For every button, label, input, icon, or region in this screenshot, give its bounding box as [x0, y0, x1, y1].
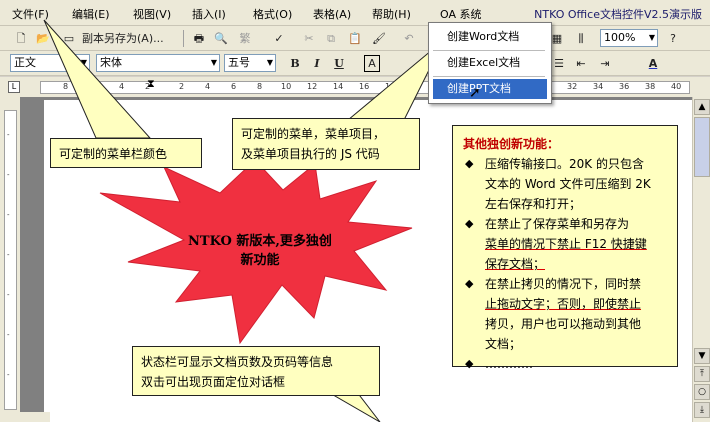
callout-menu-color-text: 可定制的菜单栏颜色	[59, 147, 168, 161]
starburst-line1: NTKO 新版本,更多独创	[188, 234, 332, 249]
menu-item-create-ppt[interactable]: 创建PPT文档	[433, 79, 547, 99]
callout-statusbar-line1: 状态栏可显示文档页数及页码等信息	[141, 355, 334, 369]
view-buttons[interactable]	[20, 412, 50, 422]
callout-custom-menu: 可定制的菜单，菜单项目， 及菜单项目执行的 JS 代码	[232, 118, 420, 170]
oa-system-dropdown: 创建Word文档 创建Excel文档 创建PPT文档 ➚	[428, 22, 552, 104]
callout-custom-menu-line2: 及菜单项目执行的 JS 代码	[241, 147, 380, 161]
diamond-bullet-icon: ◆	[465, 157, 474, 170]
callout-statusbar: 状态栏可显示文档页数及页码等信息 双击可出现页面定位对话框	[132, 346, 380, 396]
list-item-line: 保存文档；	[485, 257, 546, 271]
callout-custom-menu-line1: 可定制的菜单，菜单项目，	[241, 127, 386, 141]
callout-statusbar-line2: 双击可出现页面定位对话框	[141, 375, 286, 389]
list-item-line: 文本的 Word 文件可压缩到 2K	[485, 177, 651, 191]
diamond-bullet-icon: ◆	[465, 357, 474, 370]
starburst-text: NTKO 新版本,更多独创 新功能	[160, 232, 360, 270]
list-item-line: 在禁止了保存菜单和另存为	[485, 217, 630, 231]
list-item-line: 止拖动文字；否则，即使禁止	[485, 297, 642, 311]
list-item-line: 压缩传输接口。20K 的只包含	[485, 157, 644, 171]
list-item-line: 菜单的情况下禁止 F12 快捷键	[485, 237, 647, 251]
list-item: ◆ 在禁止拷贝的情况下，同时禁 止拖动文字；否则，即使禁止 拷贝，用户也可以拖动…	[463, 274, 667, 354]
list-item-line: 拷贝，用户也可以拖动到其他	[485, 317, 642, 331]
menu-item-create-word[interactable]: 创建Word文档	[433, 27, 547, 47]
mouse-cursor-icon: ➚	[469, 85, 481, 101]
list-item: ◆ …………	[463, 354, 667, 374]
menu-divider	[433, 76, 545, 77]
menu-item-create-excel[interactable]: 创建Excel文档	[433, 53, 547, 73]
callout-pointer-menu-color	[43, 19, 152, 139]
list-item-line: 文档；	[485, 337, 522, 351]
diamond-bullet-icon: ◆	[465, 217, 474, 230]
list-item-line: 在禁止拷贝的情况下，同时禁	[485, 277, 642, 291]
starburst-line2: 新功能	[240, 253, 280, 268]
list-item: ◆ 在禁止了保存菜单和另存为 菜单的情况下禁止 F12 快捷键 保存文档；	[463, 214, 667, 274]
list-item: ◆ 压缩传输接口。20K 的只包含 文本的 Word 文件可压缩到 2K 左右保…	[463, 154, 667, 214]
menu-divider	[433, 50, 545, 51]
list-item-line: …………	[485, 357, 533, 371]
diamond-bullet-icon: ◆	[465, 277, 474, 290]
callout-menu-color: 可定制的菜单栏颜色	[50, 138, 202, 168]
feature-panel: 其他独创新功能： ◆ 压缩传输接口。20K 的只包含 文本的 Word 文件可压…	[452, 125, 678, 371]
panel-title: 其他独创新功能：	[463, 137, 560, 151]
list-item-line: 左右保存和打开；	[485, 197, 582, 211]
